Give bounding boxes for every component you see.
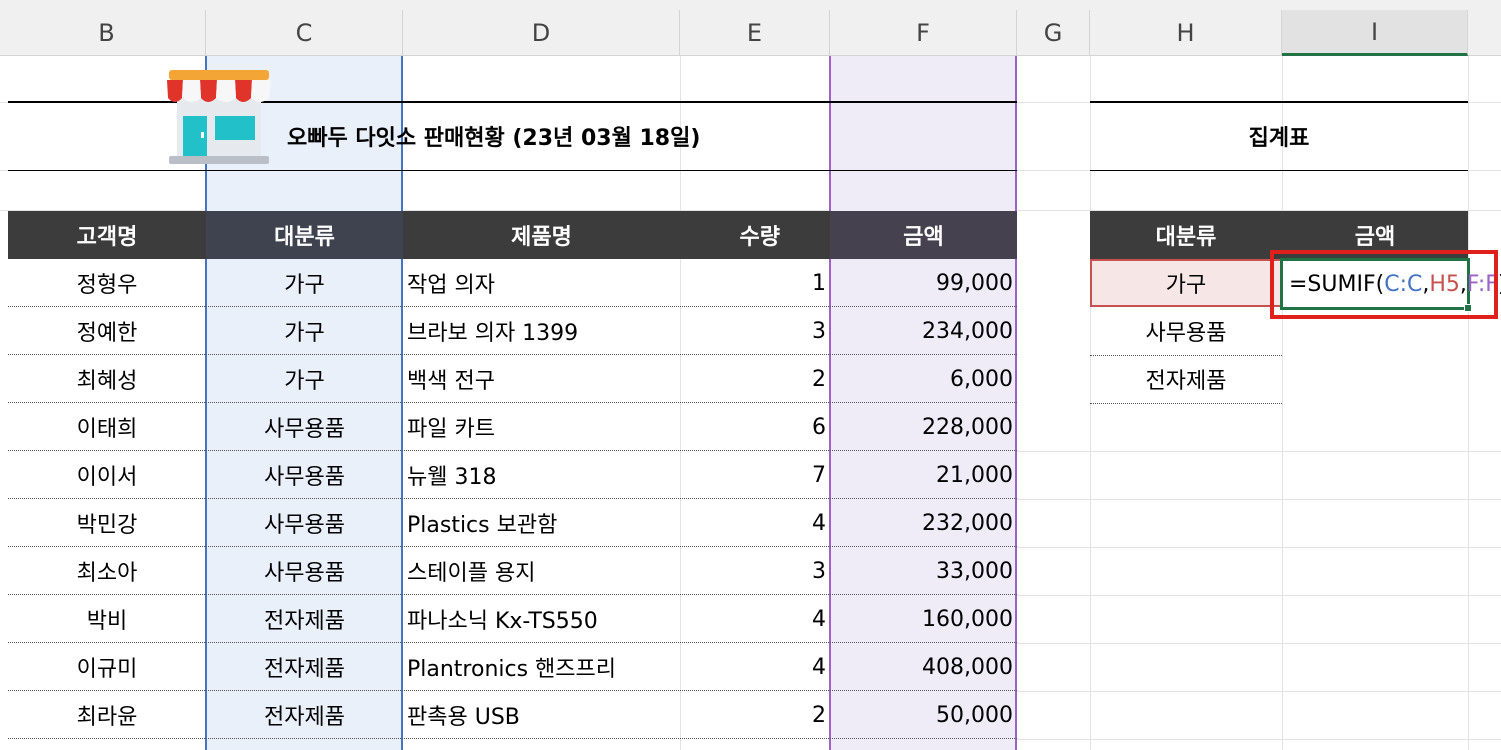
header-qty: 수량 <box>680 211 830 259</box>
gridline <box>1017 691 1501 692</box>
product-cell[interactable]: 파나소닉 Kx-TS550 <box>403 595 680 643</box>
title-bottom-border <box>8 170 1017 171</box>
summary-category-cell[interactable]: 가구 <box>1090 259 1282 307</box>
product-cell[interactable]: 뉴웰 318 <box>403 451 680 499</box>
callout-highlight-box <box>1270 250 1498 319</box>
row-divider <box>1090 355 1282 356</box>
qty-cell[interactable]: 4 <box>680 643 830 691</box>
gridline <box>1017 595 1501 596</box>
amount-cell[interactable]: 408,000 <box>830 643 1017 691</box>
qty-cell[interactable]: 1 <box>680 259 830 307</box>
qty-cell[interactable]: 2 <box>680 355 830 403</box>
column-header-c[interactable]: C <box>206 10 403 56</box>
header-amount: 금액 <box>830 211 1017 259</box>
category-cell[interactable]: 전자제품 <box>206 691 403 739</box>
amount-cell[interactable]: 6,000 <box>830 355 1017 403</box>
category-cell[interactable]: 사무용품 <box>206 499 403 547</box>
column-header-h[interactable]: H <box>1090 10 1282 56</box>
qty-cell[interactable]: 4 <box>680 595 830 643</box>
amount-cell[interactable]: 160,000 <box>830 595 1017 643</box>
summary-title-bottom-border <box>1090 170 1468 171</box>
category-cell[interactable]: 전자제품 <box>206 595 403 643</box>
customer-cell[interactable]: 정형우 <box>8 259 206 307</box>
amount-cell[interactable]: 21,000 <box>830 451 1017 499</box>
summary-title: 집계표 <box>1248 126 1310 151</box>
header-customer: 고객명 <box>8 211 206 259</box>
column-header-i[interactable]: I <box>1282 10 1468 56</box>
summary-title-top-border <box>1090 101 1468 103</box>
category-cell[interactable]: 가구 <box>206 259 403 307</box>
qty-cell[interactable]: 3 <box>680 307 830 355</box>
customer-cell[interactable]: 이태희 <box>8 403 206 451</box>
customer-cell[interactable]: 박비 <box>8 595 206 643</box>
category-cell[interactable]: 가구 <box>206 307 403 355</box>
product-cell[interactable]: Plastics 보관함 <box>403 499 680 547</box>
product-cell[interactable]: 스테이플 용지 <box>403 547 680 595</box>
qty-cell[interactable]: 2 <box>680 691 830 739</box>
column-header-d[interactable]: D <box>403 10 680 56</box>
gridline <box>1282 56 1283 750</box>
row-divider <box>8 738 1017 739</box>
gridline <box>1017 739 1501 740</box>
gridline <box>1017 499 1501 500</box>
spreadsheet[interactable]: B C D E F G H I 오빠두 다잇소 판매현황 (23년 03월 18… <box>0 0 1501 750</box>
column-header-g[interactable]: G <box>1017 10 1090 56</box>
summary-category-cell[interactable]: 전자제품 <box>1090 355 1282 403</box>
product-cell[interactable]: 브라보 의자 1399 <box>403 307 680 355</box>
category-cell[interactable]: 사무용품 <box>206 403 403 451</box>
amount-cell[interactable]: 33,000 <box>830 547 1017 595</box>
customer-cell[interactable]: 최혜성 <box>8 355 206 403</box>
product-cell[interactable]: 판촉용 USB <box>403 691 680 739</box>
column-header-f[interactable]: F <box>830 10 1017 56</box>
title-top-border <box>8 101 1017 103</box>
amount-cell[interactable]: 228,000 <box>830 403 1017 451</box>
gridline <box>1017 643 1501 644</box>
column-header-bar: B C D E F G H I <box>0 0 1501 56</box>
qty-cell[interactable]: 7 <box>680 451 830 499</box>
customer-cell[interactable]: 최소아 <box>8 547 206 595</box>
sheet-title: 오빠두 다잇소 판매현황 (23년 03월 18일) <box>287 126 701 151</box>
customer-cell[interactable]: 정예한 <box>8 307 206 355</box>
qty-cell[interactable]: 3 <box>680 547 830 595</box>
column-header-e[interactable]: E <box>680 10 830 56</box>
row-divider <box>1090 403 1282 404</box>
amount-cell[interactable]: 234,000 <box>830 307 1017 355</box>
store-icon[interactable] <box>165 68 273 166</box>
product-cell[interactable]: 파일 카트 <box>403 403 680 451</box>
customer-cell[interactable]: 최라윤 <box>8 691 206 739</box>
category-cell[interactable]: 가구 <box>206 355 403 403</box>
summary-header-category: 대분류 <box>1090 211 1282 259</box>
summary-category-cell[interactable]: 사무용품 <box>1090 307 1282 355</box>
product-cell[interactable]: Plantronics 핸즈프리 <box>403 643 680 691</box>
customer-cell[interactable]: 박민강 <box>8 499 206 547</box>
amount-cell[interactable]: 99,000 <box>830 259 1017 307</box>
amount-cell[interactable]: 50,000 <box>830 691 1017 739</box>
qty-cell[interactable]: 6 <box>680 403 830 451</box>
amount-cell[interactable]: 232,000 <box>830 499 1017 547</box>
qty-cell[interactable]: 4 <box>680 499 830 547</box>
customer-cell[interactable]: 이규미 <box>8 643 206 691</box>
gridline <box>1017 547 1501 548</box>
product-cell[interactable]: 작업 의자 <box>403 259 680 307</box>
header-category: 대분류 <box>206 211 403 259</box>
header-product: 제품명 <box>403 211 680 259</box>
column-header-b[interactable]: B <box>8 10 206 56</box>
category-cell[interactable]: 사무용품 <box>206 451 403 499</box>
product-cell[interactable]: 백색 전구 <box>403 355 680 403</box>
gridline <box>1017 451 1501 452</box>
gridline <box>1468 56 1469 750</box>
category-cell[interactable]: 사무용품 <box>206 547 403 595</box>
category-cell[interactable]: 전자제품 <box>206 643 403 691</box>
customer-cell[interactable]: 이이서 <box>8 451 206 499</box>
